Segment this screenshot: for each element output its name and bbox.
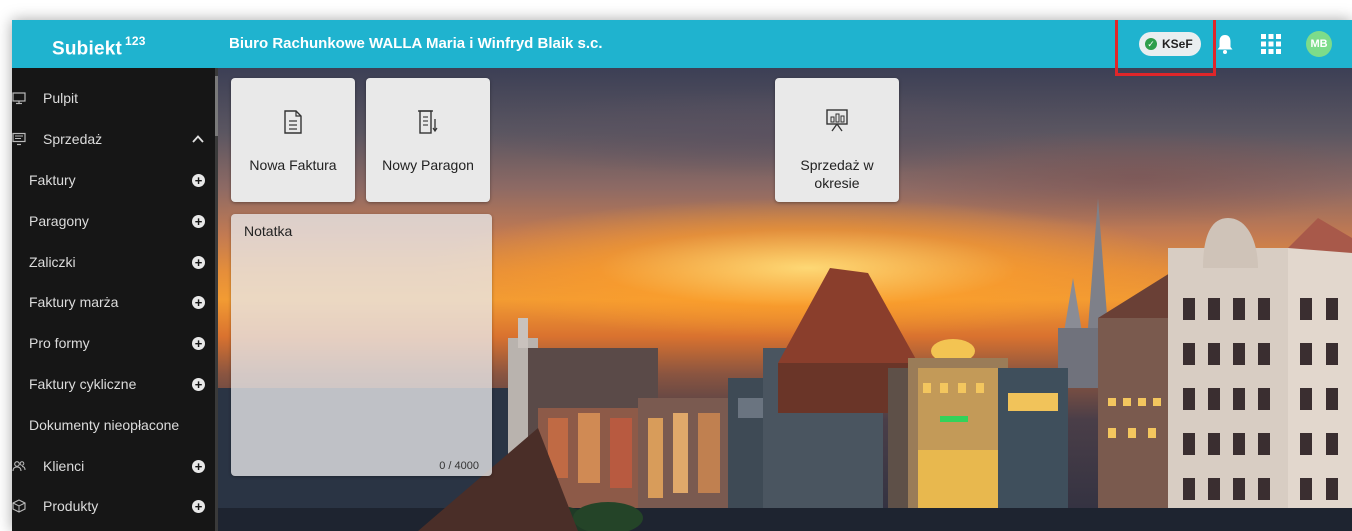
sidebar-scrollbar[interactable] <box>215 68 218 531</box>
sidebar-item-paragony[interactable]: Paragony + <box>12 201 215 241</box>
tile-label: Nowy Paragon <box>382 157 474 173</box>
sidebar: Pulpit Sprzedaż Faktury + Paragony + Zal… <box>12 68 218 531</box>
add-circle-icon[interactable]: + <box>192 378 205 391</box>
sidebar-item-label: Pulpit <box>43 90 79 106</box>
tile-label: Nowa Faktura <box>249 157 337 173</box>
note-title: Notatka <box>244 223 293 239</box>
add-circle-icon[interactable]: + <box>192 296 205 309</box>
company-name: Biuro Rachunkowe WALLA Maria i Winfryd B… <box>229 35 603 52</box>
sidebar-item-sprzedaz[interactable]: Sprzedaż <box>12 119 215 159</box>
add-circle-icon[interactable]: + <box>192 174 205 187</box>
sidebar-scroll-thumb[interactable] <box>215 76 218 136</box>
add-circle-icon[interactable]: + <box>192 460 205 473</box>
logo-sup: 123 <box>125 34 146 48</box>
tile-label: Sprzedaż w okresie <box>800 157 874 191</box>
sidebar-item-label: Zaliczki <box>29 254 76 270</box>
add-circle-icon[interactable]: + <box>192 337 205 350</box>
sidebar-item-dokumenty-nieoplacone[interactable]: Dokumenty nieopłacone <box>12 405 215 445</box>
sidebar-item-label: Sprzedaż <box>43 131 103 147</box>
sidebar-item-label: Faktury <box>29 172 76 188</box>
sidebar-item-zaliczki[interactable]: Zaliczki + <box>12 242 215 282</box>
sidebar-item-faktury-cykliczne[interactable]: Faktury cykliczne + <box>12 364 215 404</box>
products-icon <box>12 499 26 513</box>
sidebar-item-pulpit[interactable]: Pulpit <box>12 78 215 118</box>
receipt-icon <box>418 110 438 134</box>
user-avatar[interactable]: MB <box>1306 31 1332 57</box>
add-circle-icon[interactable]: + <box>192 215 205 228</box>
sales-period-tile[interactable]: Sprzedaż w okresie <box>775 78 899 202</box>
add-circle-icon[interactable]: + <box>192 500 205 513</box>
sidebar-item-faktury-marza[interactable]: Faktury marża + <box>12 282 215 322</box>
add-circle-icon[interactable]: + <box>192 256 205 269</box>
sidebar-item-label: Paragony <box>29 213 89 229</box>
register-icon <box>12 132 26 146</box>
sidebar-item-label: Faktury marża <box>29 294 119 310</box>
sidebar-item-label: Produkty <box>43 498 99 514</box>
sidebar-item-label: Dokumenty nieopłacone <box>29 417 180 433</box>
sidebar-item-label: Klienci <box>43 458 85 474</box>
sidebar-item-klienci[interactable]: Klienci + <box>12 446 215 486</box>
apps-grid-icon[interactable] <box>1261 34 1281 54</box>
bell-icon[interactable] <box>1216 33 1234 55</box>
app-logo[interactable]: Subiekt 123 <box>52 20 146 68</box>
sidebar-item-pro-formy[interactable]: Pro formy + <box>12 323 215 363</box>
chevron-up-icon[interactable] <box>192 133 204 145</box>
ksef-highlight-box <box>1115 20 1216 76</box>
sidebar-item-produkty[interactable]: Produkty + <box>12 486 215 526</box>
new-receipt-tile[interactable]: Nowy Paragon <box>366 78 490 202</box>
sidebar-item-label: Pro formy <box>29 335 90 351</box>
sidebar-item-label: Faktury cykliczne <box>29 376 137 392</box>
new-invoice-tile[interactable]: Nowa Faktura <box>231 78 355 202</box>
logo-text: Subiekt <box>52 38 123 60</box>
desktop-icon <box>12 92 26 105</box>
app-window: Subiekt 123 Biuro Rachunkowe WALLA Maria … <box>12 20 1352 531</box>
note-widget[interactable]: Notatka 0 / 4000 <box>231 214 492 476</box>
document-icon <box>284 110 302 134</box>
clients-icon <box>12 461 26 472</box>
note-char-counter: 0 / 4000 <box>439 460 479 472</box>
sidebar-item-faktury[interactable]: Faktury + <box>12 160 215 200</box>
presentation-chart-icon <box>826 109 848 132</box>
